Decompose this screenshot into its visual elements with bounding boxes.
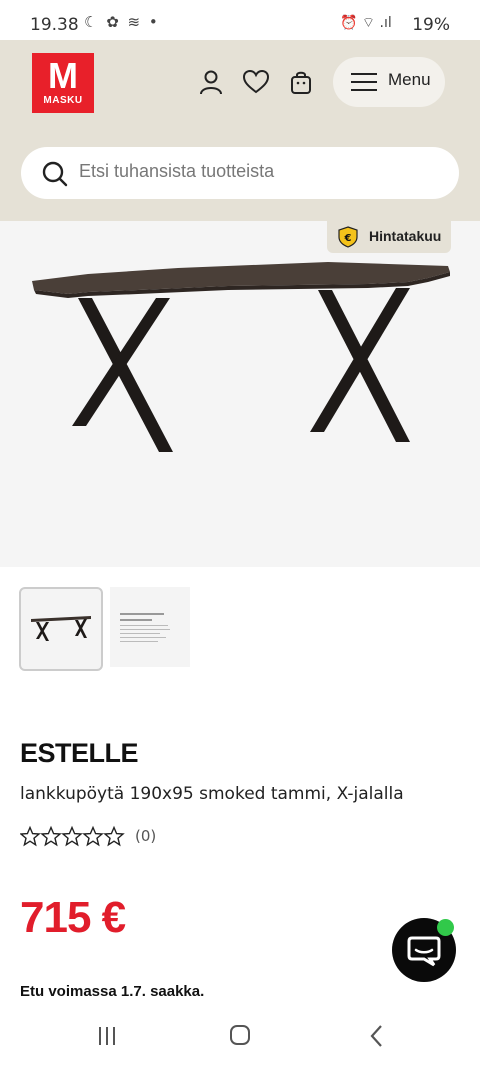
rating-stars[interactable] — [20, 825, 126, 847]
logo-text: MASKU — [43, 95, 83, 106]
badge-label: Hintatakuu — [369, 228, 442, 244]
hamburger-icon — [351, 73, 377, 91]
star-icon — [40, 825, 62, 847]
product-image[interactable]: € Hintatakuu — [0, 221, 480, 567]
status-time: 19.38 — [30, 15, 79, 35]
thumbnail-table-image — [31, 616, 91, 641]
search-input[interactable]: Etsi tuhansista tuotteista — [21, 147, 459, 199]
thumbnail-product[interactable] — [19, 587, 103, 671]
thumb-text-line — [120, 613, 164, 615]
shield-euro-icon: € — [338, 226, 358, 248]
masku-logo[interactable]: M MASKU — [32, 53, 94, 113]
status-bar: 19.38 ☾ ✿ ≋ • ⏰ ⌔ .ıl 19% — [0, 0, 480, 40]
product-price: 715 € — [20, 893, 126, 942]
battery-level: 19% — [412, 15, 450, 35]
star-icon — [61, 825, 83, 847]
thumb-text-line — [120, 641, 158, 642]
product-brand: ESTELLE — [20, 738, 139, 768]
system-nav-bar — [0, 1008, 480, 1067]
home-icon[interactable] — [230, 1025, 250, 1045]
bag-icon[interactable] — [287, 68, 315, 96]
site-header: M MASKU Menu Etsi tuhansista tuotteista — [0, 40, 480, 221]
euro-glyph: € — [344, 233, 352, 244]
thumb-text-line — [120, 625, 168, 626]
table-photo — [32, 262, 450, 452]
search-icon — [42, 161, 68, 187]
offer-validity: Etu voimassa 1.7. saakka. — [20, 983, 205, 1000]
star-icon — [20, 825, 41, 847]
star-icon — [103, 825, 125, 847]
recent-apps-icon[interactable] — [97, 1026, 117, 1046]
thumbnail-info[interactable] — [110, 587, 190, 667]
price-guarantee-badge[interactable]: € Hintatakuu — [327, 221, 451, 253]
thumb-text-line — [120, 633, 160, 634]
search-placeholder: Etsi tuhansista tuotteista — [79, 161, 275, 181]
rating-count[interactable]: (0) — [135, 827, 156, 845]
back-icon[interactable] — [368, 1024, 384, 1048]
logo-letter: M — [48, 55, 78, 96]
heart-icon[interactable] — [242, 68, 270, 96]
status-system-icons: ⏰ ⌔ .ıl — [340, 15, 392, 31]
star-icon — [82, 825, 104, 847]
thumb-text-line — [120, 637, 166, 638]
user-icon[interactable] — [197, 68, 225, 96]
thumb-text-line — [120, 619, 152, 621]
thumb-text-line — [120, 629, 170, 630]
status-notification-icons: ☾ ✿ ≋ • — [84, 13, 160, 31]
product-subtitle: lankkupöytä 190x95 smoked tammi, X-jalal… — [20, 784, 404, 804]
menu-label: Menu — [388, 70, 431, 89]
chat-online-indicator — [437, 919, 454, 936]
menu-button[interactable]: Menu — [333, 57, 445, 107]
